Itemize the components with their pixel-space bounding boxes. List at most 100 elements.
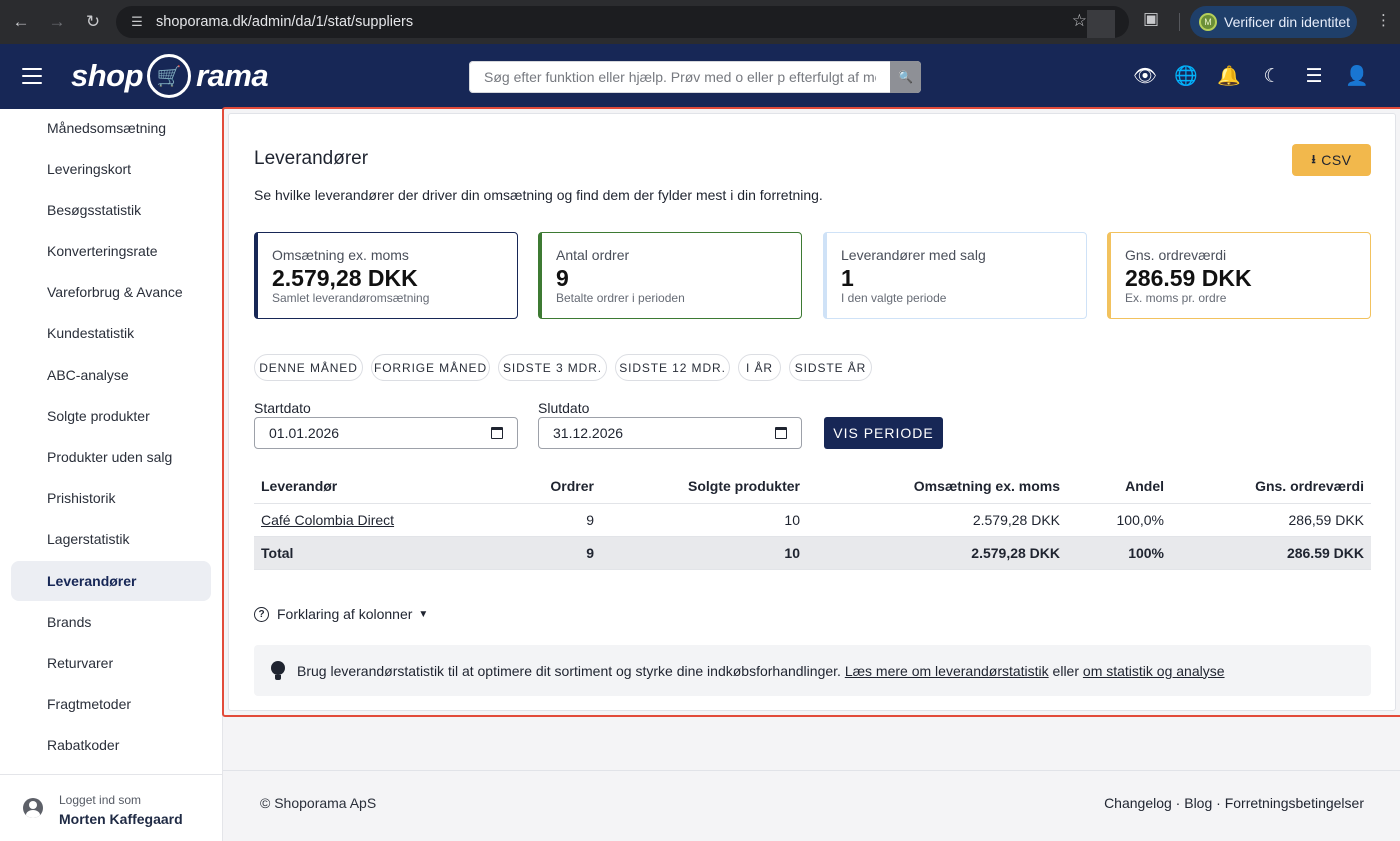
back-icon[interactable]: ← bbox=[6, 7, 36, 37]
chip-last-12-months[interactable]: SIDSTE 12 MDR. bbox=[615, 354, 730, 381]
sidebar-item-fragtmetoder[interactable]: Fragtmetoder bbox=[11, 684, 211, 724]
chip-last-3-months[interactable]: SIDSTE 3 MDR. bbox=[498, 354, 607, 381]
page-title: Leverandører bbox=[254, 148, 369, 169]
kpi-orders: Antal ordrer 9 Betalte ordrer i perioden bbox=[538, 232, 802, 319]
lightbulb-icon bbox=[271, 660, 285, 681]
calendar-icon[interactable] bbox=[491, 427, 503, 439]
table-header-row: Leverandør Ordrer Solgte produkter Omsæt… bbox=[254, 470, 1371, 504]
cell-avg-order-value: 286,59 DKK bbox=[1171, 503, 1371, 537]
logo-left-text: shop bbox=[71, 58, 144, 93]
bell-icon[interactable]: 🔔 bbox=[1217, 64, 1241, 88]
reload-icon[interactable]: ↻ bbox=[78, 7, 108, 37]
sidebar-item-kundestatistik[interactable]: Kundestatistik bbox=[11, 313, 211, 353]
table-total-row: Total 9 10 2.579,28 DKK 100% 286.59 DKK bbox=[254, 536, 1371, 570]
user-account-icon[interactable]: 👤 bbox=[1345, 64, 1369, 88]
col-orders[interactable]: Ordrer bbox=[519, 470, 601, 504]
browser-chrome: ← → ↻ ☰ shoporama.dk/admin/da/1/stat/sup… bbox=[0, 0, 1400, 44]
suppliers-card: Leverandører ⭳ CSV Se hvilke leverandøre… bbox=[228, 113, 1396, 711]
total-revenue: 2.579,28 DKK bbox=[807, 536, 1067, 570]
chip-last-month[interactable]: FORRIGE MÅNED bbox=[371, 354, 490, 381]
address-bar[interactable]: ☰ shoporama.dk/admin/da/1/stat/suppliers… bbox=[116, 6, 1129, 38]
app-header: shop 🛒 rama 🔍 👁 🌐 🔔 ☾ ☰ 👤 bbox=[0, 44, 1400, 109]
end-date-label: Slutdato bbox=[538, 400, 590, 416]
chip-this-year[interactable]: I ÅR bbox=[738, 354, 781, 381]
sidebar-item-leverandoerer[interactable]: Leverandører bbox=[11, 561, 211, 601]
copyright: © Shoporama ApS bbox=[260, 795, 377, 811]
storage-stack-icon[interactable]: ☰ bbox=[1302, 64, 1326, 88]
col-sold-products[interactable]: Solgte produkter bbox=[601, 470, 807, 504]
supplier-stats-link[interactable]: Læs mere om leverandørstatistik bbox=[845, 663, 1049, 679]
sidebar-item-maanedsomsaetning[interactable]: Månedsomsætning bbox=[11, 108, 211, 148]
col-revenue[interactable]: Omsætning ex. moms bbox=[807, 470, 1067, 504]
search-input[interactable] bbox=[469, 61, 890, 93]
extensions-icon[interactable]: ▣ bbox=[1143, 9, 1159, 29]
kpi-value: 286.59 DKK bbox=[1125, 265, 1252, 291]
bookmark-star-icon[interactable]: ☆ bbox=[1072, 11, 1087, 31]
menu-toggle-icon[interactable] bbox=[22, 68, 42, 84]
calendar-icon[interactable] bbox=[775, 427, 787, 439]
sidebar-item-vareforbrug[interactable]: Vareforbrug & Avance bbox=[11, 272, 211, 312]
search-bar: 🔍 bbox=[469, 61, 921, 93]
globe-icon[interactable]: 🌐 bbox=[1174, 64, 1198, 88]
sidebar-item-lagerstatistik[interactable]: Lagerstatistik bbox=[11, 519, 211, 559]
footer-links[interactable]: Changelog · Blog · Forretningsbetingelse… bbox=[1104, 795, 1364, 811]
sidebar-item-produkter-uden-salg[interactable]: Produkter uden salg bbox=[11, 437, 211, 477]
site-settings-icon[interactable]: ☰ bbox=[122, 14, 152, 30]
col-supplier[interactable]: Leverandør bbox=[254, 470, 519, 504]
browser-menu-icon[interactable]: ⋮ bbox=[1376, 11, 1391, 29]
end-date-value: 31.12.2026 bbox=[553, 425, 624, 441]
kpi-label: Leverandører med salg bbox=[841, 247, 986, 263]
kpi-value: 2.579,28 DKK bbox=[272, 265, 418, 291]
start-date-label: Startdato bbox=[254, 400, 311, 416]
eye-icon[interactable]: 👁 bbox=[1133, 64, 1157, 88]
kpi-label: Antal ordrer bbox=[556, 247, 630, 263]
column-explanation-toggle[interactable]: ? Forklaring af kolonner ▼ bbox=[254, 606, 428, 622]
sidebar-item-solgte-produkter[interactable]: Solgte produkter bbox=[11, 396, 211, 436]
verify-identity-button[interactable]: M Verificer din identitet bbox=[1190, 6, 1357, 38]
cart-logo-icon: 🛒 bbox=[147, 54, 192, 98]
col-avg-order-value[interactable]: Gns. ordreværdi bbox=[1171, 470, 1371, 504]
url-text[interactable]: shoporama.dk/admin/da/1/stat/suppliers bbox=[156, 14, 413, 30]
download-icon: ⭳ bbox=[1311, 151, 1317, 166]
supplier-link[interactable]: Café Colombia Direct bbox=[261, 512, 394, 528]
total-share: 100% bbox=[1067, 536, 1171, 570]
extension-slot[interactable] bbox=[1087, 10, 1115, 38]
forward-icon[interactable]: → bbox=[42, 7, 72, 37]
end-date-input[interactable]: 31.12.2026 bbox=[538, 417, 802, 449]
logged-in-user[interactable]: Logget ind som Morten Kaffegaard bbox=[0, 774, 223, 841]
cell-revenue: 2.579,28 DKK bbox=[807, 503, 1067, 537]
kpi-avg-order-value: Gns. ordreværdi 286.59 DKK Ex. moms pr. … bbox=[1107, 232, 1371, 319]
profile-badge-icon: M bbox=[1199, 13, 1217, 31]
sidebar-item-prishistorik[interactable]: Prishistorik bbox=[11, 478, 211, 518]
chip-last-year[interactable]: SIDSTE ÅR bbox=[789, 354, 872, 381]
sidebar-item-leveringskort[interactable]: Leveringskort bbox=[11, 149, 211, 189]
col-share[interactable]: Andel bbox=[1067, 470, 1171, 504]
show-period-button[interactable]: VIS PERIODE bbox=[824, 417, 943, 449]
sidebar-item-abc-analyse[interactable]: ABC-analyse bbox=[11, 355, 211, 395]
page-subtitle: Se hvilke leverandører der driver din om… bbox=[254, 187, 823, 203]
sidebar-item-brands[interactable]: Brands bbox=[11, 602, 211, 642]
sidebar-item-rabatkoder[interactable]: Rabatkoder bbox=[11, 725, 211, 765]
start-date-input[interactable]: 01.01.2026 bbox=[254, 417, 518, 449]
kpi-value: 9 bbox=[556, 265, 569, 291]
kpi-subtext: Betalte ordrer i perioden bbox=[556, 291, 685, 305]
tip-banner: Brug leverandørstatistik til at optimere… bbox=[254, 645, 1371, 696]
sidebar-item-konverteringsrate[interactable]: Konverteringsrate bbox=[11, 231, 211, 271]
csv-export-button[interactable]: ⭳ CSV bbox=[1292, 144, 1371, 176]
cell-share: 100,0% bbox=[1067, 503, 1171, 537]
shoporama-logo[interactable]: shop 🛒 rama bbox=[71, 52, 269, 100]
sidebar-item-besoegsstatistik[interactable]: Besøgsstatistik bbox=[11, 190, 211, 230]
search-icon[interactable]: 🔍 bbox=[890, 61, 921, 93]
dark-mode-moon-icon[interactable]: ☾ bbox=[1260, 64, 1284, 88]
start-date-value: 01.01.2026 bbox=[269, 425, 340, 441]
verify-identity-label: Verificer din identitet bbox=[1224, 14, 1351, 30]
sidebar-item-returvarer[interactable]: Returvarer bbox=[11, 643, 211, 683]
kpi-value: 1 bbox=[841, 265, 854, 291]
total-orders: 9 bbox=[519, 536, 601, 570]
tip-between-text: eller bbox=[1052, 662, 1080, 679]
logo-right-text: rama bbox=[196, 58, 269, 93]
chip-this-month[interactable]: DENNE MÅNED bbox=[254, 354, 363, 381]
stats-analysis-link[interactable]: om statistik og analyse bbox=[1083, 663, 1225, 679]
total-label: Total bbox=[254, 536, 519, 570]
table-row: Café Colombia Direct 9 10 2.579,28 DKK 1… bbox=[254, 503, 1371, 537]
